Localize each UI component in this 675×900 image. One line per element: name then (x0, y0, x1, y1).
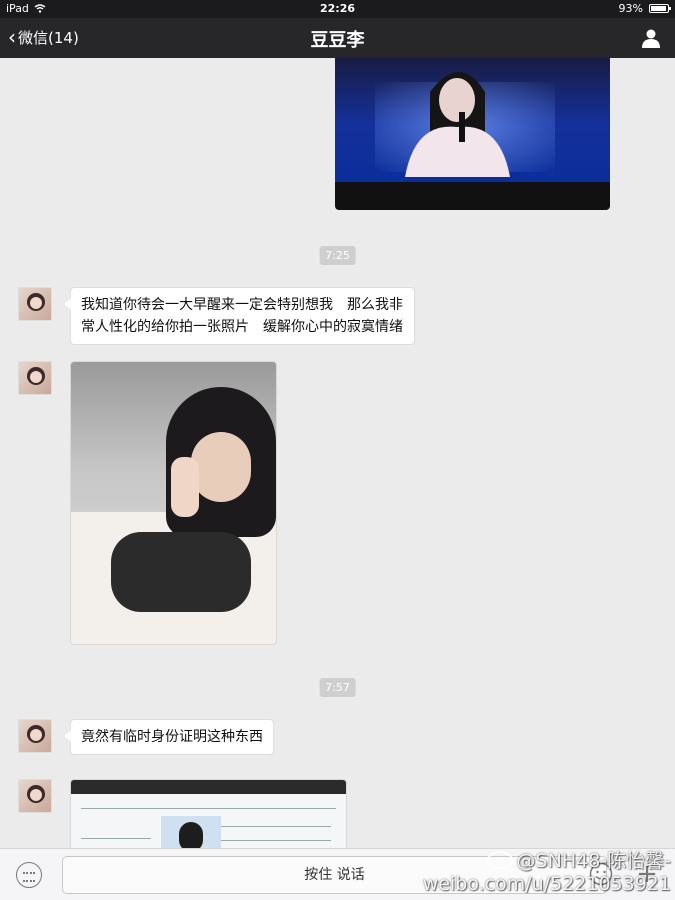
message-bubble[interactable]: 竟然有临时身份证明这种东西 (64, 719, 274, 755)
avatar[interactable] (18, 361, 52, 395)
message-image[interactable] (70, 779, 347, 848)
message-bubble[interactable]: 我知道你待会一大早醒来一定会特别想我 那么我非 常人性化的给你拍一张照片 缓解你… (64, 287, 415, 345)
plus-icon[interactable]: + (633, 860, 661, 888)
hold-to-talk-button[interactable]: 按住 说话 (62, 856, 607, 894)
nav-bar: ‹ 微信(14) 豆豆李 (0, 18, 675, 58)
message-text-line: 常人性化的给你拍一张照片 缓解你心中的寂寞情绪 (81, 319, 403, 335)
battery-icon (649, 4, 671, 13)
message-image-sent[interactable] (335, 58, 610, 210)
status-right: 93% (618, 2, 671, 15)
concert-photo (335, 58, 610, 182)
id-document-photo (71, 780, 346, 848)
timestamp: 7:25 (319, 246, 356, 265)
battery-percent: 93% (618, 2, 643, 15)
timestamp: 7:57 (319, 678, 356, 697)
avatar[interactable] (18, 719, 52, 753)
input-bar: 按住 说话 + (0, 848, 675, 900)
message-text-line: 竟然有临时身份证明这种东西 (81, 729, 263, 745)
status-time: 22:26 (319, 2, 355, 15)
keyboard-toggle-icon[interactable] (16, 862, 42, 888)
emoji-icon[interactable] (589, 862, 613, 886)
profile-icon[interactable] (641, 28, 661, 48)
status-bar: iPad 22:26 93% (0, 0, 675, 18)
chat-title: 豆豆李 (310, 30, 365, 51)
selfie-photo (71, 362, 276, 644)
avatar[interactable] (18, 287, 52, 321)
avatar[interactable] (18, 779, 52, 813)
message-text-line: 我知道你待会一大早醒来一定会特别想我 那么我非 (81, 297, 403, 313)
chat-area[interactable]: 7:25 我知道你待会一大早醒来一定会特别想我 那么我非 常人性化的给你拍一张照… (0, 58, 675, 848)
message-image[interactable] (70, 361, 277, 645)
